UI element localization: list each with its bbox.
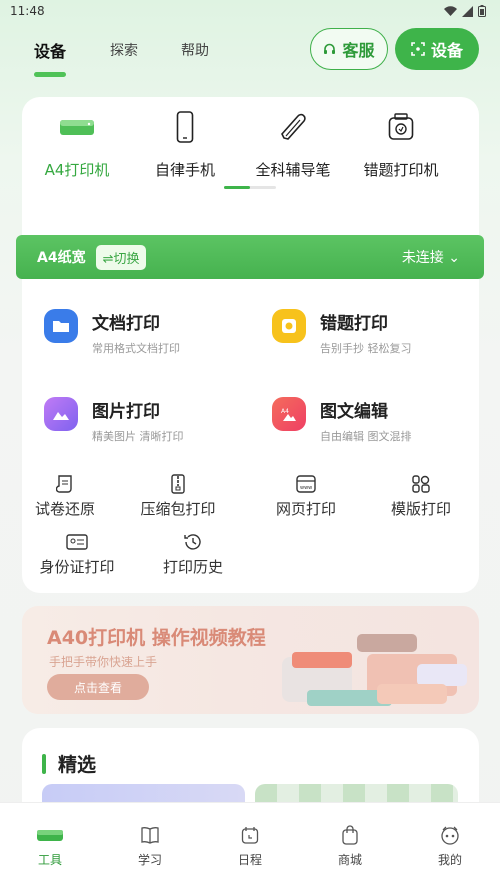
banner-view-button[interactable]: 点击查看 — [47, 674, 149, 700]
feature-subtitle: 精美图片 清晰打印 — [92, 430, 184, 443]
feature-subtitle: 常用格式文档打印 — [92, 342, 180, 355]
battery-icon — [478, 5, 486, 17]
tool-web-print[interactable]: www 网页打印 — [251, 473, 361, 519]
signal-icon — [462, 5, 473, 17]
edit-icon: A4 — [272, 397, 306, 431]
tutorial-banner[interactable]: A40打印机 操作视频教程 手把手带你快速上手 点击查看 — [22, 606, 479, 714]
device-tab-label: 自律手机 — [154, 161, 215, 179]
image-icon — [44, 397, 78, 431]
device-tab-phone[interactable]: 自律手机 — [130, 109, 240, 180]
device-tab-label: A4打印机 — [44, 161, 110, 179]
bottom-nav-label: 日程 — [237, 853, 262, 867]
status-icons — [444, 5, 486, 17]
bottom-nav-shop[interactable]: 商城 — [300, 823, 400, 868]
status-time: 11:48 — [10, 4, 45, 18]
tab-active-indicator — [34, 72, 66, 77]
tab-device[interactable]: 设备 — [34, 38, 66, 62]
device-button[interactable]: 设备 — [395, 28, 479, 70]
profile-icon — [441, 826, 459, 845]
feature-title: 图片打印 — [92, 402, 160, 422]
wifi-icon — [444, 5, 457, 16]
phone-icon — [176, 111, 194, 143]
device-tab-label: 全科辅导笔 — [255, 161, 331, 179]
tabs-scroll-indicator — [224, 186, 276, 189]
feature-mistake-print[interactable]: 错题打印 告别手抄 轻松复习 — [272, 309, 412, 356]
status-bar: 11:48 — [0, 0, 500, 22]
bottom-nav-label: 我的 — [437, 853, 462, 867]
bottom-nav-study[interactable]: 学习 — [100, 823, 200, 868]
bottom-nav-label: 商城 — [337, 853, 362, 867]
id-card-icon — [66, 534, 88, 550]
template-icon — [412, 475, 430, 493]
tools-printer-icon — [37, 830, 63, 841]
tool-label: 模版打印 — [390, 500, 451, 518]
device-card: A4打印机 自律手机 全科辅导笔 错题打印机 题 文档打印 常用格式文档打印 — [22, 97, 479, 593]
device-button-label: 设备 — [430, 41, 463, 60]
device-tab-tutoring-pen[interactable]: 全科辅导笔 — [238, 109, 348, 180]
tool-print-history[interactable]: 打印历史 — [138, 531, 248, 577]
device-tab-more[interactable]: 题 — [418, 109, 479, 180]
paper-width-bar: A4纸宽 ⇌切换 未连接 ⌄ — [16, 235, 484, 279]
feature-title: 错题打印 — [320, 314, 388, 334]
bottom-nav-tools[interactable]: 工具 — [0, 823, 100, 868]
calendar-icon — [241, 827, 259, 844]
tool-id-card-print[interactable]: 身份证打印 — [22, 531, 132, 577]
customer-service-button[interactable]: 客服 — [310, 28, 388, 70]
bottom-nav: 工具 学习 日程 商城 我的 — [0, 802, 500, 888]
feature-title: 图文编辑 — [320, 402, 388, 422]
svg-text:A4: A4 — [281, 408, 289, 415]
feature-image-print[interactable]: 图片打印 精美图片 清晰打印 — [44, 397, 184, 444]
shopping-bag-icon — [342, 825, 358, 845]
scroll-icon — [56, 475, 72, 493]
device-tab-a4-printer[interactable]: A4打印机 — [22, 109, 132, 180]
device-type-tabs: A4打印机 自律手机 全科辅导笔 错题打印机 题 — [22, 97, 479, 207]
tool-label: 打印历史 — [162, 558, 223, 576]
headset-icon — [324, 43, 336, 54]
web-icon: www — [296, 475, 316, 493]
scan-icon — [411, 42, 425, 56]
book-icon — [141, 827, 159, 844]
feature-title: 文档打印 — [92, 314, 160, 334]
top-nav: 设备 探索 帮助 客服 设备 — [0, 28, 500, 77]
history-icon — [184, 534, 201, 550]
bottom-nav-profile[interactable]: 我的 — [400, 823, 500, 868]
tool-label: 压缩包打印 — [140, 500, 216, 518]
selection-header: 精选 — [42, 750, 96, 777]
tool-template-print[interactable]: 模版打印 — [366, 473, 476, 519]
customer-service-label: 客服 — [342, 41, 375, 60]
connection-status[interactable]: 未连接 ⌄ — [402, 247, 460, 267]
mistake-printer-icon — [388, 113, 414, 140]
tab-help[interactable]: 帮助 — [181, 40, 209, 60]
paper-width-label: A4纸宽 — [37, 250, 86, 266]
tool-zip-print[interactable]: 压缩包打印 — [123, 473, 233, 519]
paper-switch-button[interactable]: ⇌切换 — [95, 244, 147, 270]
svg-text:www: www — [300, 485, 312, 491]
bottom-nav-label: 工具 — [37, 853, 62, 867]
selection-title: 精选 — [58, 754, 97, 776]
folder-icon — [44, 309, 78, 343]
tab-explore[interactable]: 探索 — [110, 40, 138, 60]
bottom-nav-schedule[interactable]: 日程 — [200, 823, 300, 868]
mistake-icon — [272, 309, 306, 343]
tool-label: 身份证打印 — [39, 558, 115, 576]
feature-subtitle: 告别手抄 轻松复习 — [320, 342, 412, 355]
tool-exam-restore[interactable]: 试卷还原 — [10, 473, 120, 519]
printer-illustration — [282, 634, 467, 706]
banner-title: A40打印机 操作视频教程 — [47, 627, 266, 649]
bottom-nav-label: 学习 — [137, 853, 162, 867]
selection-marker — [42, 753, 46, 774]
banner-subtitle: 手把手带你快速上手 — [49, 655, 158, 669]
tool-label: 网页打印 — [275, 500, 336, 518]
feature-document-print[interactable]: 文档打印 常用格式文档打印 — [44, 309, 180, 356]
printer-icon — [60, 120, 94, 135]
feature-subtitle: 自由编辑 图文混排 — [320, 430, 412, 443]
zip-icon — [171, 474, 185, 494]
pen-icon — [281, 113, 306, 140]
feature-image-text-edit[interactable]: A4 图文编辑 自由编辑 图文混排 — [272, 397, 412, 444]
tool-label: 试卷还原 — [34, 500, 95, 518]
